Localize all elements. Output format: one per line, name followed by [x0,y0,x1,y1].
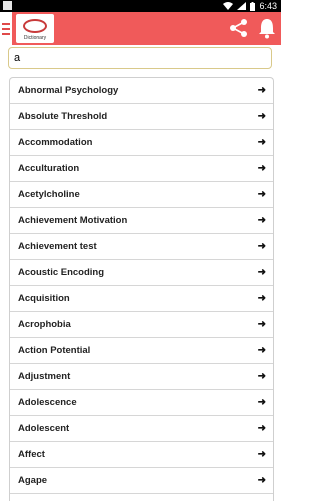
notification-icon [3,1,12,10]
list-item[interactable]: Acetylcholine ➜ [10,182,273,208]
list-item[interactable]: Abnormal Psychology ➜ [10,78,273,104]
term-label: Acrophobia [18,319,71,330]
arrow-right-icon: ➜ [257,241,266,252]
term-label: Acquisition [18,293,70,304]
arrow-right-icon: ➜ [257,85,266,96]
term-label: Adolescence [18,397,77,408]
list-item[interactable]: Accommodation ➜ [10,130,273,156]
list-item[interactable]: Adjustment ➜ [10,364,273,390]
list-item[interactable]: Achievement test ➜ [10,234,273,260]
battery-icon [250,1,256,11]
term-label: Acculturation [18,163,80,174]
status-time: 6:43 [259,1,277,11]
arrow-right-icon: ➜ [257,423,266,434]
list-item[interactable]: Acrophobia ➜ [10,312,273,338]
arrow-right-icon: ➜ [257,267,266,278]
status-bar: 6:43 [0,0,281,12]
wifi-icon [223,2,234,10]
bell-icon[interactable] [258,17,276,39]
list-item[interactable]: Affect ➜ [10,442,273,468]
term-label: Accommodation [18,137,93,148]
list-item[interactable]: Adolescent ➜ [10,416,273,442]
list-item[interactable]: Acoustic Encoding ➜ [10,260,273,286]
share-icon[interactable] [229,18,249,38]
arrow-right-icon: ➜ [257,137,266,148]
term-label: Action Potential [18,345,91,356]
brain-logo-icon [23,19,47,33]
arrow-right-icon: ➜ [257,163,266,174]
arrow-right-icon: ➜ [257,319,266,330]
menu-icon[interactable] [0,12,12,45]
term-list: Abnormal Psychology ➜ Absolute Threshold ➜ A… [9,77,274,501]
arrow-right-icon: ➜ [257,345,266,356]
term-label: Affect [18,449,45,460]
arrow-right-icon: ➜ [257,189,266,200]
arrow-right-icon: ➜ [257,371,266,382]
arrow-right-icon: ➜ [257,293,266,304]
app-logo: Dictionary [16,14,54,43]
list-item[interactable]: Adolescence ➜ [10,390,273,416]
search-input[interactable] [8,47,272,69]
arrow-right-icon: ➜ [257,111,266,122]
logo-caption: Dictionary [23,35,47,41]
list-item[interactable]: Action Potential ➜ [10,338,273,364]
list-item[interactable]: Acculturation ➜ [10,156,273,182]
signal-icon [237,2,247,10]
list-item[interactable]: Agape ➜ [10,468,273,494]
arrow-right-icon: ➜ [257,475,266,486]
list-item[interactable]: Acquisition ➜ [10,286,273,312]
arrow-right-icon: ➜ [257,215,266,226]
term-label: Absolute Threshold [18,111,108,122]
term-label: Agape [18,475,48,486]
term-label: Achievement Motivation [18,215,128,226]
term-label: Acetylcholine [18,189,80,200]
term-label: Achievement test [18,241,97,252]
term-label: Adolescent [18,423,70,434]
arrow-right-icon: ➜ [257,397,266,408]
list-item[interactable]: Achievement Motivation ➜ [10,208,273,234]
term-label: Abnormal Psychology [18,85,119,96]
app-bar: Dictionary [0,12,281,45]
term-label: Adjustment [18,371,71,382]
term-label: Acoustic Encoding [18,267,105,278]
arrow-right-icon: ➜ [257,449,266,460]
list-item[interactable]: Absolute Threshold ➜ [10,104,273,130]
